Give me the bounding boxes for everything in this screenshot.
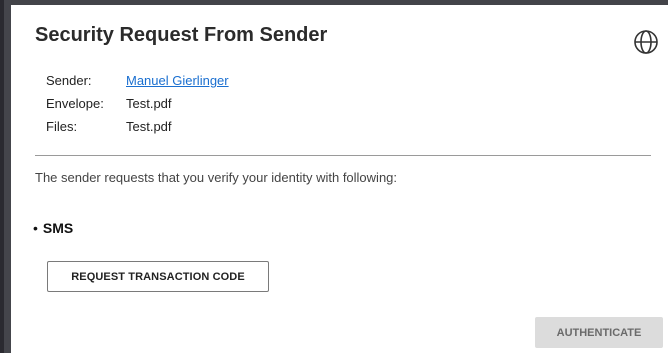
security-request-dialog: Security Request From Sender Sender: Man… bbox=[11, 5, 668, 353]
sender-link[interactable]: Manuel Gierlinger bbox=[126, 69, 229, 92]
envelope-row: Envelope: Test.pdf bbox=[46, 92, 229, 115]
files-label: Files: bbox=[46, 119, 78, 134]
files-row: Files: Test.pdf bbox=[46, 115, 229, 138]
backdrop-accent-bar bbox=[0, 0, 4, 353]
divider bbox=[35, 155, 651, 156]
verification-instruction: The sender requests that you verify your… bbox=[35, 170, 398, 185]
envelope-value: Test.pdf bbox=[126, 96, 172, 111]
files-value: Test.pdf bbox=[126, 119, 172, 134]
envelope-label: Envelope: bbox=[46, 96, 104, 111]
verification-method-item: • SMS bbox=[33, 220, 73, 236]
dialog-title: Security Request From Sender bbox=[35, 24, 328, 46]
sender-row: Sender: Manuel Gierlinger bbox=[46, 69, 229, 92]
request-transaction-code-button[interactable]: REQUEST TRANSACTION CODE bbox=[47, 261, 269, 292]
backdrop-side-panel bbox=[0, 0, 11, 353]
sender-label: Sender: bbox=[46, 73, 92, 88]
verification-method-name: SMS bbox=[42, 220, 74, 236]
bullet-marker: • bbox=[33, 220, 38, 236]
envelope-details: Sender: Manuel Gierlinger Envelope: Test… bbox=[46, 69, 229, 138]
globe-icon[interactable] bbox=[633, 29, 659, 55]
authenticate-button[interactable]: AUTHENTICATE bbox=[535, 317, 663, 348]
